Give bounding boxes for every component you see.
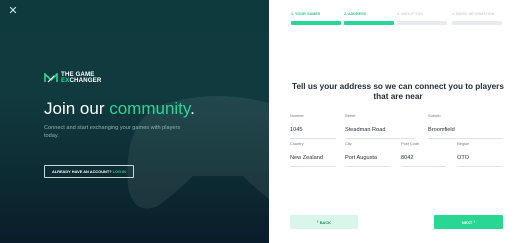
chevron-right-icon: › (473, 219, 476, 225)
country-field: Country (290, 141, 336, 167)
city-label: City (345, 141, 352, 146)
step-label: 4. BASIC INFORMATION (452, 12, 495, 16)
logo: THE GAME EXCHANGER (44, 72, 101, 83)
field-underline (345, 138, 415, 139)
city-field: City (345, 141, 391, 167)
logo-mark-icon (44, 72, 58, 83)
step-progress-bar (397, 21, 447, 25)
step-label: 1. YOUR GAMES (291, 12, 321, 16)
next-label: NEXT (461, 219, 473, 225)
step-label: 2. ADDRESS (344, 12, 366, 16)
number-label: Number (290, 113, 304, 118)
country-label: Country (290, 141, 304, 146)
headline-prefix: Join our (44, 99, 105, 118)
suburb-input[interactable] (428, 126, 503, 134)
login-question: ALREADY HAVE AN ACCOUNT? (51, 169, 112, 174)
logo-rest: CHANGER (69, 76, 102, 84)
region-label: Region (457, 141, 470, 146)
street-label: Street (345, 113, 356, 118)
field-underline (428, 138, 503, 139)
field-underline (401, 166, 446, 167)
step-progress-bar (344, 21, 394, 25)
step-progress-bar (452, 21, 502, 25)
step-basic-information[interactable]: 4. BASIC INFORMATION (452, 12, 502, 25)
street-input[interactable] (345, 126, 415, 134)
headline-suffix: . (190, 99, 195, 118)
back-label: BACK (319, 219, 331, 225)
left-panel: ✕ THE GAME EXCHANGER Join our community.… (0, 0, 269, 243)
close-icon[interactable]: ✕ (7, 5, 19, 17)
step-progress-bar (291, 21, 341, 25)
field-underline (457, 166, 503, 167)
field-underline (290, 166, 336, 167)
region-field: Region (457, 141, 503, 167)
region-input[interactable] (457, 154, 503, 162)
headline-accent: community (109, 99, 191, 118)
form-title: Tell us your address so we can connect y… (292, 82, 504, 101)
field-underline (345, 166, 391, 167)
step-your-games[interactable]: 1. YOUR GAMES (291, 12, 341, 25)
post-code-input[interactable] (401, 154, 446, 162)
post-code-field: Post Code (401, 141, 446, 167)
next-button[interactable]: NEXT › (434, 215, 503, 229)
step-label: 3. ABOUT YOU (397, 12, 424, 16)
back-button[interactable]: ‹ BACK (290, 215, 358, 229)
suburb-label: Suburb (428, 113, 441, 118)
login-link[interactable]: LOG IN (113, 169, 126, 174)
logo-text: THE GAME EXCHANGER (61, 72, 102, 84)
headline: Join our community. (44, 99, 195, 119)
country-input[interactable] (290, 154, 336, 162)
suburb-field: Suburb (428, 113, 503, 139)
logo-line-2: EXCHANGER (61, 76, 102, 84)
step-address[interactable]: 2. ADDRESS (344, 12, 394, 25)
step-about-you[interactable]: 3. ABOUT YOU (397, 12, 447, 25)
field-underline (290, 138, 336, 139)
post-code-label: Post Code (401, 141, 420, 146)
chevron-left-icon: ‹ (316, 219, 319, 225)
number-input[interactable] (290, 126, 336, 134)
street-field: Street (345, 113, 415, 139)
city-input[interactable] (345, 154, 391, 162)
login-button[interactable]: ALREADY HAVE AN ACCOUNT? LOG IN (44, 165, 134, 178)
number-field: Number (290, 113, 336, 139)
intro-subtext: Connect and start exchanging your games … (44, 125, 181, 139)
